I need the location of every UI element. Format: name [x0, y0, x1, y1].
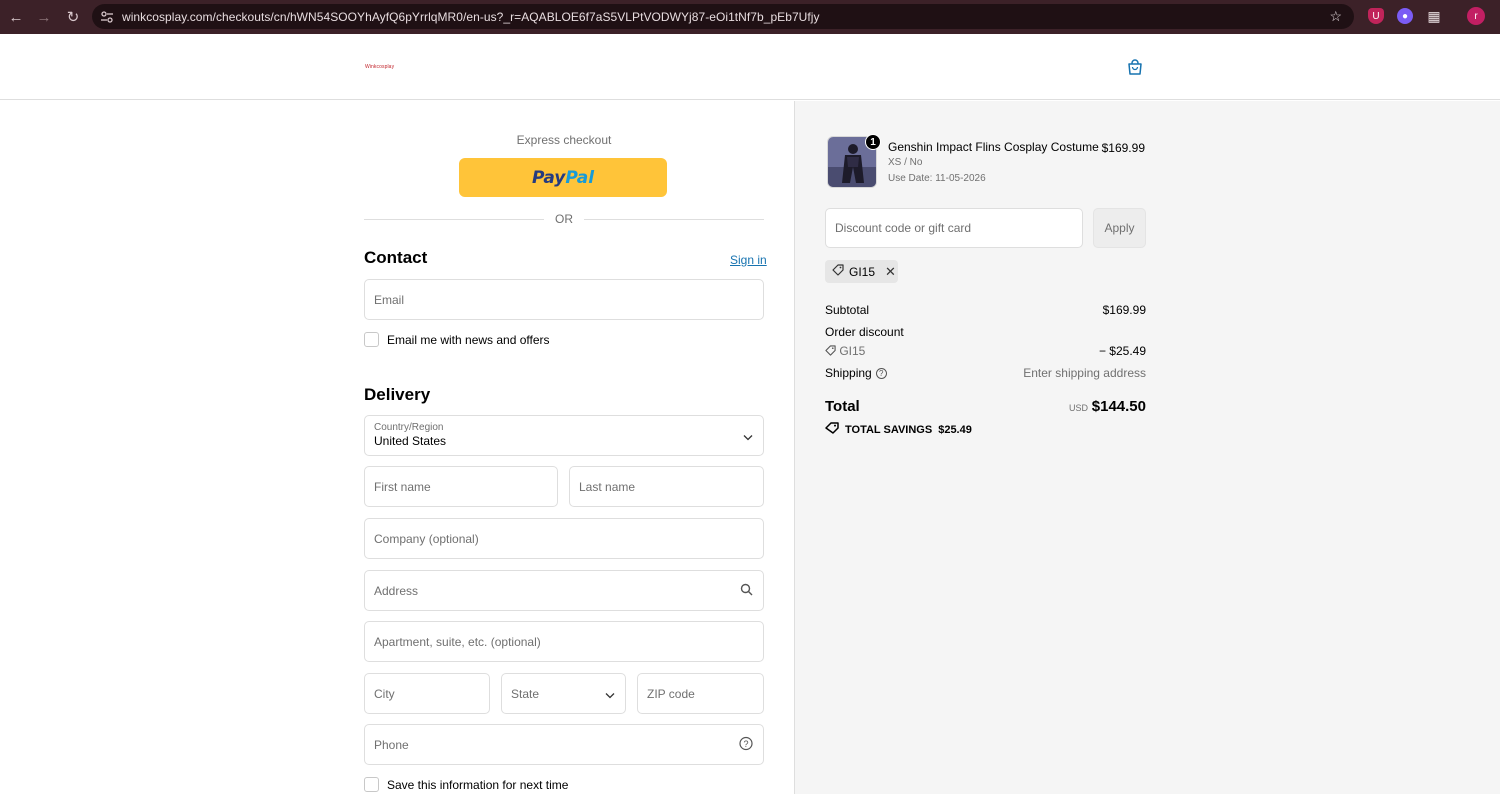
city-placeholder: City: [374, 686, 395, 701]
first-name-placeholder: First name: [374, 479, 431, 494]
company-field[interactable]: Company (optional): [364, 518, 764, 559]
tag-icon: [825, 344, 839, 358]
state-select[interactable]: State: [501, 673, 626, 714]
delivery-title: Delivery: [364, 385, 431, 404]
address-field[interactable]: Address: [364, 570, 764, 611]
contact-title: Contact: [364, 248, 428, 267]
discount-code-label: GI15: [839, 344, 866, 358]
chevron-down-icon: [743, 428, 753, 443]
news-checkbox-row[interactable]: Email me with news and offers: [364, 332, 550, 347]
svg-text:?: ?: [743, 739, 748, 749]
phone-field[interactable]: Phone ?: [364, 724, 764, 765]
or-divider: OR: [364, 212, 764, 226]
help-icon[interactable]: ?: [875, 368, 887, 380]
forward-arrow-icon[interactable]: →: [30, 3, 58, 31]
discount-code-row: GI15 − $25.49: [825, 344, 1146, 358]
address-bar[interactable]: winkcosplay.com/checkouts/cn/hWN54SOOYhA…: [92, 4, 1354, 29]
order-discount-label: Order discount: [825, 325, 904, 339]
discount-code-input[interactable]: Discount code or gift card: [825, 208, 1083, 248]
state-placeholder: State: [511, 686, 540, 701]
address-placeholder: Address: [374, 583, 419, 598]
sign-in-link[interactable]: Sign in: [730, 253, 767, 267]
total-label: Total: [825, 398, 860, 415]
apartment-field[interactable]: Apartment, suite, etc. (optional): [364, 621, 764, 662]
save-info-label: Save this information for next time: [387, 777, 569, 792]
discount-value: − $25.49: [1098, 344, 1146, 358]
subtotal-label: Subtotal: [825, 303, 870, 317]
currency-label: USD: [1068, 403, 1088, 413]
product-name: Genshin Impact Flins Cosplay Costume: [888, 140, 1099, 154]
remove-code-icon[interactable]: ✕: [885, 264, 896, 280]
total-savings-row: TOTAL SAVINGS $25.49: [825, 422, 972, 437]
paypal-button[interactable]: Pay Pal: [459, 158, 667, 197]
paypal-pal-text: Pal: [565, 167, 595, 188]
subtotal-value: $169.99: [1102, 303, 1146, 317]
browser-toolbar: ← → ↻ winkcosplay.com/checkouts/cn/hWN54…: [0, 0, 1500, 34]
search-icon[interactable]: [740, 583, 753, 599]
total-row: Total USD $144.50: [825, 398, 1146, 420]
discount-placeholder: Discount code or gift card: [835, 221, 972, 235]
extension-icon[interactable]: ●: [1397, 8, 1413, 24]
apartment-placeholder: Apartment, suite, etc. (optional): [374, 634, 541, 649]
news-checkbox[interactable]: [364, 332, 379, 347]
quantity-badge: 1: [865, 134, 881, 150]
last-name-placeholder: Last name: [579, 479, 636, 494]
profile-avatar[interactable]: r: [1467, 7, 1485, 25]
product-variant: XS / No: [888, 157, 923, 168]
shipping-label: Shipping: [825, 366, 872, 380]
zip-field[interactable]: ZIP code: [637, 673, 764, 714]
apply-button[interactable]: Apply: [1093, 208, 1146, 248]
save-info-checkbox-row[interactable]: Save this information for next time: [364, 777, 568, 792]
order-discount-row: Order discount: [825, 325, 1146, 339]
country-select[interactable]: Country/Region United States: [364, 415, 764, 456]
store-logo[interactable]: Winkcosplay: [365, 64, 394, 70]
back-arrow-icon[interactable]: ←: [2, 3, 30, 31]
site-header: Winkcosplay: [0, 34, 1500, 100]
reload-icon[interactable]: ↻: [59, 3, 87, 31]
express-checkout-label: Express checkout: [516, 133, 612, 147]
country-value: United States: [374, 434, 447, 448]
tag-icon: [825, 422, 839, 437]
subtotal-row: Subtotal $169.99: [825, 303, 1146, 317]
tag-icon: [832, 264, 844, 279]
help-icon[interactable]: ?: [739, 736, 753, 753]
chevron-down-icon: [605, 686, 615, 701]
paypal-pay-text: Pay: [531, 167, 566, 188]
extensions-puzzle-icon[interactable]: ▦: [1426, 8, 1442, 24]
url-text[interactable]: winkcosplay.com/checkouts/cn/hWN54SOOYhA…: [122, 10, 820, 24]
company-placeholder: Company (optional): [374, 531, 479, 546]
savings-label: TOTAL SAVINGS: [845, 423, 933, 436]
last-name-field[interactable]: Last name: [569, 466, 764, 507]
ublock-extension-icon[interactable]: U: [1368, 8, 1384, 24]
order-summary: 1 Genshin Impact Flins Cosplay Costume X…: [794, 101, 1500, 794]
savings-value: $25.49: [938, 423, 972, 436]
checkout-form: Express checkout Pay Pal OR Contact Sign …: [0, 101, 794, 794]
applied-code: GI15: [849, 264, 876, 279]
save-info-checkbox[interactable]: [364, 777, 379, 792]
total-value: $144.50: [1091, 398, 1146, 415]
zip-placeholder: ZIP code: [647, 686, 695, 701]
product-price: $169.99: [1101, 141, 1145, 155]
bookmark-star-icon[interactable]: ☆: [1329, 8, 1342, 25]
shipping-value: Enter shipping address: [1023, 366, 1146, 380]
country-label: Country/Region: [374, 422, 444, 433]
product-use-date: Use Date: 11-05-2026: [888, 173, 986, 184]
email-field[interactable]: Email: [364, 279, 764, 320]
site-settings-icon[interactable]: [92, 10, 122, 24]
news-label: Email me with news and offers: [387, 332, 550, 347]
applied-code-chip: GI15 ✕: [825, 260, 898, 283]
city-field[interactable]: City: [364, 673, 490, 714]
shopping-bag-icon[interactable]: [1126, 58, 1144, 76]
shipping-row: Shipping? Enter shipping address: [825, 366, 1146, 380]
phone-placeholder: Phone: [374, 737, 409, 752]
first-name-field[interactable]: First name: [364, 466, 558, 507]
email-placeholder: Email: [374, 292, 405, 307]
